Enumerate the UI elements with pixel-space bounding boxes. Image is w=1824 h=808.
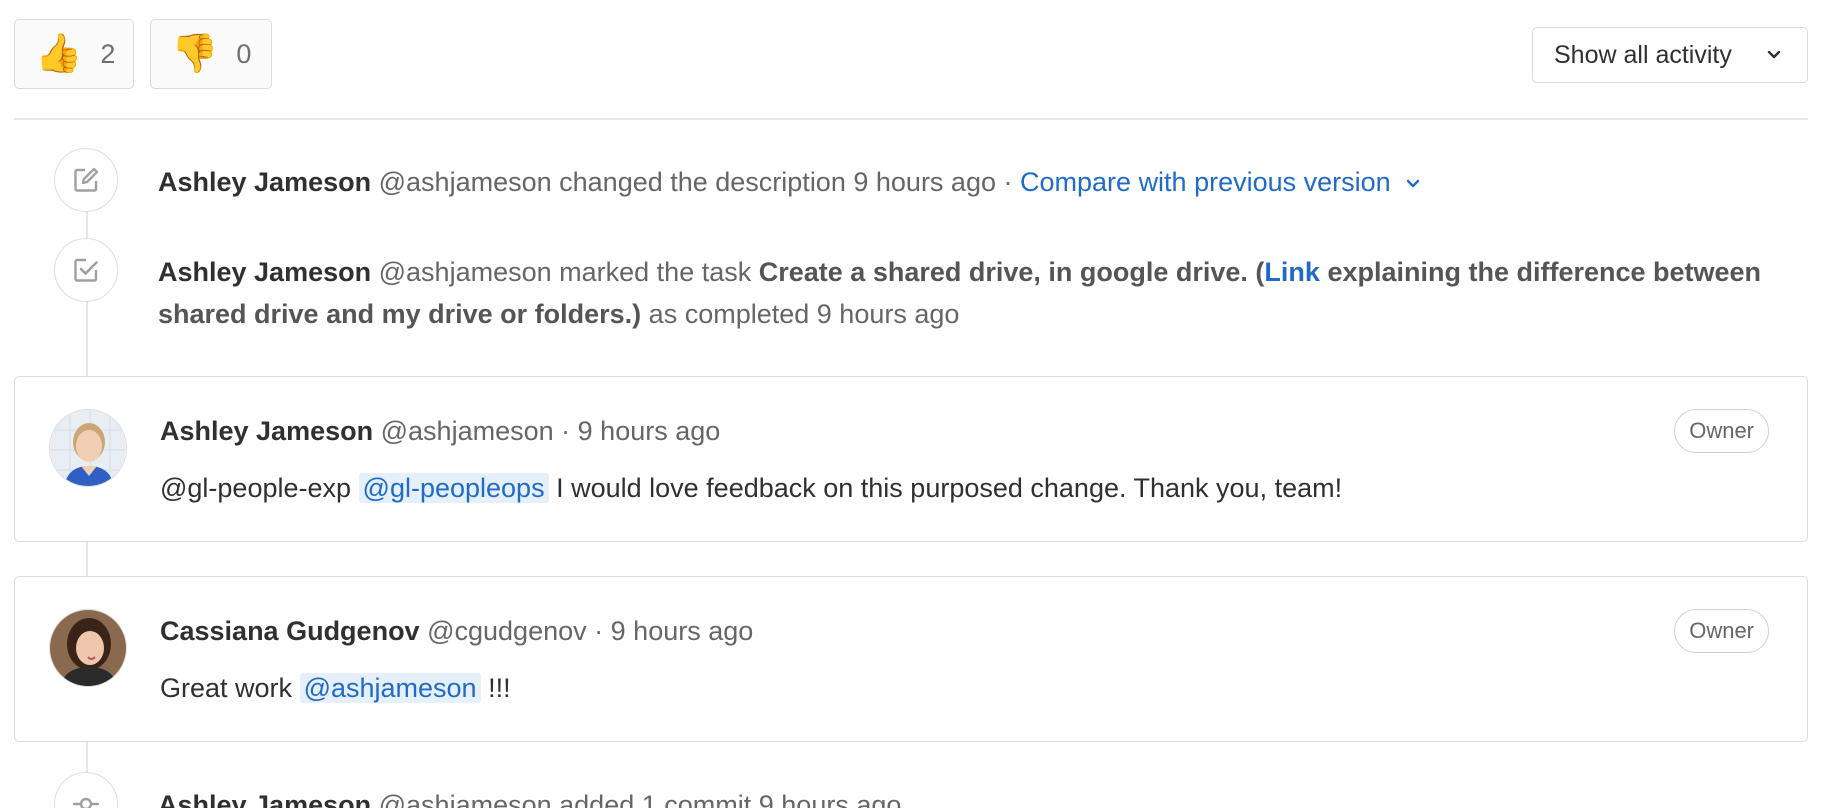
note-username[interactable]: @ashjameson	[379, 790, 552, 808]
note-author[interactable]: Ashley Jameson	[158, 257, 371, 287]
note-time: 9 hours ago	[853, 167, 996, 197]
comment-header: Ashley Jameson @ashjameson · 9 hours ago	[160, 411, 720, 451]
thumbsup-icon: 👍	[35, 33, 83, 75]
task-title-prefix: Create a shared drive, in google drive. …	[758, 257, 1265, 287]
compare-version-label: Compare with previous version	[1020, 167, 1391, 197]
commit-icon	[54, 772, 118, 808]
compare-version-link[interactable]: Compare with previous version	[1020, 167, 1420, 197]
comment-text-before: Great work	[160, 673, 293, 703]
chevron-down-icon	[1407, 179, 1420, 188]
comment-author[interactable]: Ashley Jameson	[160, 416, 373, 446]
note-author[interactable]: Ashley Jameson	[158, 167, 371, 197]
edit-note-icon	[54, 148, 118, 212]
header-divider	[14, 118, 1808, 120]
user-mention[interactable]: @ashjameson	[299, 673, 481, 703]
thumbsup-award-button[interactable]: 👍 2	[14, 19, 134, 89]
note-separator: ·	[1003, 167, 1013, 197]
comment-text-after: !!!	[488, 673, 511, 703]
system-note-description-change: Ashley Jameson @ashjameson changed the d…	[158, 161, 1420, 203]
comment-separator: ·	[594, 616, 604, 646]
comment-text-after: I would love feedback on this purposed c…	[556, 473, 1343, 503]
thumbsdown-award-button[interactable]: 👎 0	[150, 19, 272, 89]
timeline-line	[86, 542, 88, 576]
comment-text-before: @gl-people-exp	[160, 473, 352, 503]
system-note-commit-added: Ashley Jameson @ashjameson added 1 commi…	[158, 784, 901, 808]
thumbsdown-count: 0	[236, 38, 252, 69]
note-time: 9 hours ago	[758, 790, 902, 808]
note-username[interactable]: @ashjameson	[379, 167, 552, 197]
comment-body: Great work @ashjameson !!!	[160, 668, 511, 708]
note-action-suffix: as completed	[648, 299, 810, 329]
note-action: changed the description	[559, 167, 846, 197]
avatar[interactable]	[49, 409, 127, 487]
system-note-task-completed: Ashley Jameson @ashjameson marked the ta…	[158, 251, 1798, 335]
comment-separator: ·	[561, 416, 571, 446]
thumbsdown-icon: 👎	[171, 33, 219, 75]
note-author[interactable]: Ashley Jameson	[158, 790, 371, 808]
avatar[interactable]	[49, 609, 127, 687]
owner-badge: Owner	[1674, 409, 1769, 453]
task-complete-icon	[54, 238, 118, 302]
comment-card: Ashley Jameson @ashjameson · 9 hours ago…	[14, 376, 1808, 542]
chevron-down-icon	[1767, 50, 1781, 59]
owner-badge: Owner	[1674, 609, 1769, 653]
activity-filter-dropdown[interactable]: Show all activity	[1532, 27, 1808, 83]
note-time: 9 hours ago	[816, 299, 960, 329]
task-link[interactable]: Link	[1264, 257, 1320, 287]
comment-author[interactable]: Cassiana Gudgenov	[160, 616, 420, 646]
comment-card: Cassiana Gudgenov @cgudgenov · 9 hours a…	[14, 576, 1808, 742]
comment-username[interactable]: @ashjameson	[381, 416, 554, 446]
timeline-line	[86, 742, 88, 772]
comment-time[interactable]: 9 hours ago	[578, 416, 721, 446]
note-username[interactable]: @ashjameson	[379, 257, 552, 287]
comment-username[interactable]: @cgudgenov	[427, 616, 587, 646]
comment-body: @gl-people-exp @gl-peopleops I would lov…	[160, 468, 1342, 508]
activity-filter-label: Show all activity	[1554, 40, 1732, 69]
user-mention[interactable]: @gl-peopleops	[358, 473, 549, 503]
note-action: added 1 commit	[559, 790, 752, 808]
comment-header: Cassiana Gudgenov @cgudgenov · 9 hours a…	[160, 611, 753, 651]
thumbsup-count: 2	[100, 38, 116, 69]
comment-time[interactable]: 9 hours ago	[611, 616, 754, 646]
note-action: marked the task	[559, 257, 752, 287]
